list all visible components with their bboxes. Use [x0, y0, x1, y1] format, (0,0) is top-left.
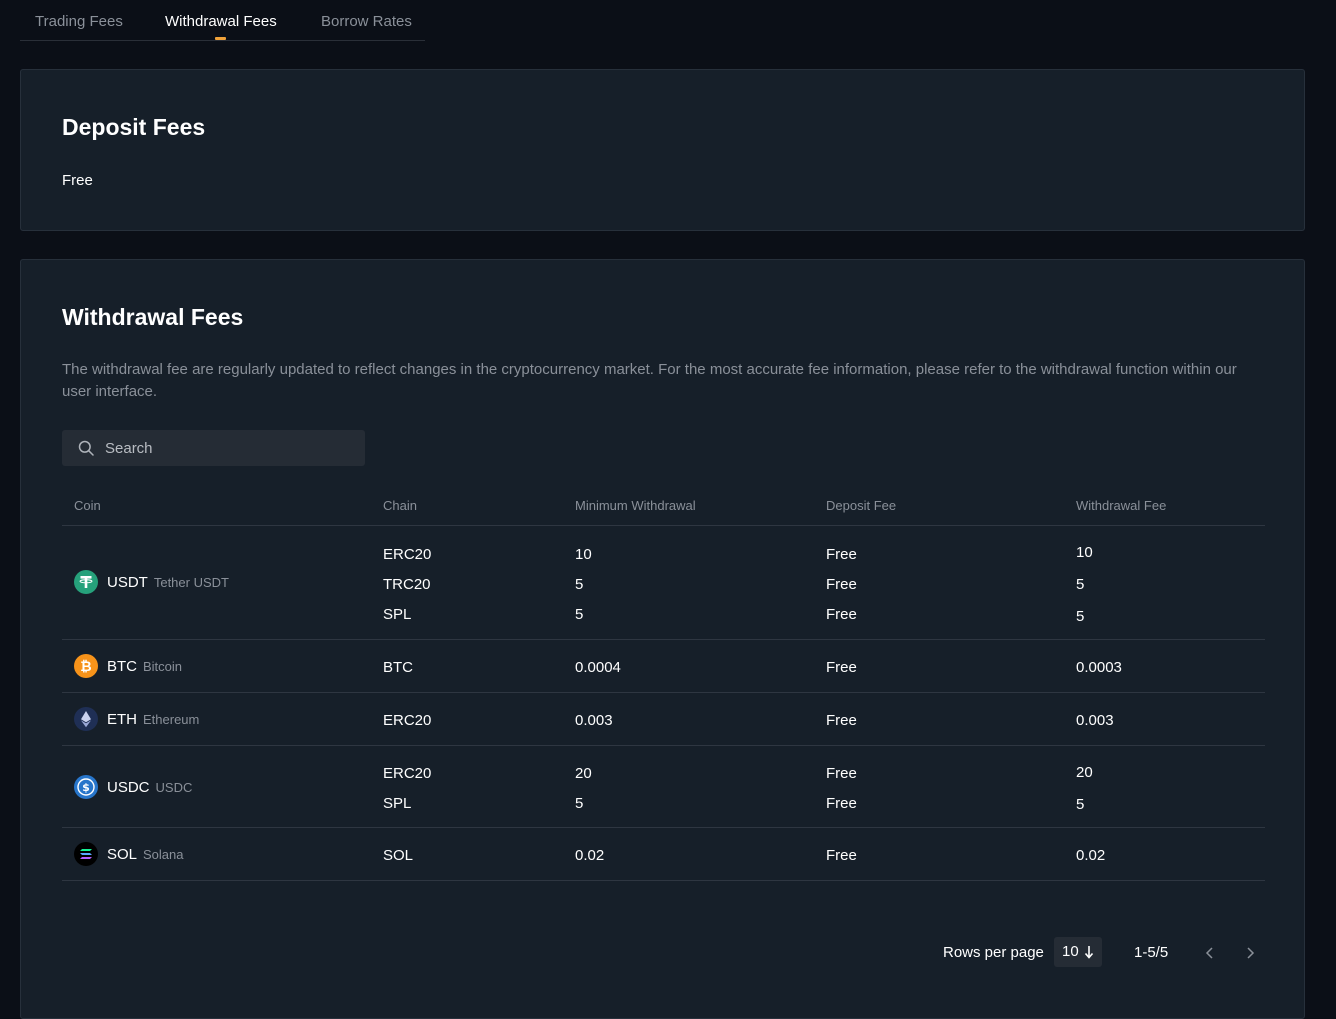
deposit-fee-value: Free: [826, 847, 857, 864]
bitcoin-icon: ₿: [74, 654, 98, 678]
min-withdrawal-value: 0.0004: [575, 659, 621, 676]
table-row: USDT Tether USDT ERC20 10 Free 10 TRC20 …: [62, 526, 1265, 640]
coin-symbol: ETH: [107, 710, 137, 728]
deposit-fee-value: Free: [826, 546, 857, 563]
coin-cell: USDT Tether USDT: [74, 570, 229, 594]
column-header-withdrawal-fee: Withdrawal Fee: [1076, 498, 1167, 513]
tab-trading-fees[interactable]: Trading Fees: [35, 13, 123, 30]
search-box: [62, 430, 365, 466]
withdrawal-fee-value: 0.02: [1076, 847, 1106, 864]
withdrawal-fee-value: 5: [1076, 608, 1085, 625]
tab-withdrawal-fees[interactable]: Withdrawal Fees: [165, 13, 277, 30]
coin-name: Ethereum: [143, 711, 200, 727]
column-header-chain: Chain: [383, 498, 417, 513]
deposit-fee-value: Free: [826, 606, 857, 623]
deposit-fee-value: Free: [826, 795, 857, 812]
min-withdrawal-value: 20: [575, 765, 592, 782]
chain-value: TRC20: [383, 576, 431, 593]
rows-per-page-select[interactable]: 10: [1054, 937, 1102, 967]
withdrawal-fee-value: 0.003: [1076, 712, 1114, 729]
withdrawal-fees-table: Coin Chain Minimum Withdrawal Deposit Fe…: [62, 486, 1265, 881]
withdrawal-fee-value: 5: [1076, 796, 1085, 813]
arrow-down-icon: [1084, 946, 1094, 959]
withdrawal-fee-value: 5: [1076, 576, 1085, 593]
min-withdrawal-value: 10: [575, 546, 592, 563]
withdrawal-fee-value: 0.0003: [1076, 659, 1122, 676]
coin-cell: SOL Solana: [74, 842, 184, 866]
table-row: SOL Solana SOL 0.02 Free 0.02: [62, 828, 1265, 881]
search-input[interactable]: [105, 430, 355, 466]
column-header-deposit-fee: Deposit Fee: [826, 498, 897, 513]
coin-symbol: SOL: [107, 845, 138, 863]
deposit-fee-value: Free: [826, 765, 857, 782]
coin-name: Solana: [143, 846, 184, 862]
deposit-fee-value: Free: [826, 576, 857, 593]
active-tab-indicator: [215, 37, 226, 40]
withdrawal-fee-value: 20: [1076, 764, 1093, 781]
min-withdrawal-value: 5: [575, 606, 584, 623]
coin-symbol: USDC: [107, 778, 150, 796]
min-withdrawal-value: 0.003: [575, 712, 613, 729]
chain-value: BTC: [383, 659, 413, 676]
coin-symbol: USDT: [107, 573, 148, 591]
svg-text:₿: ₿: [80, 659, 91, 675]
search-icon: [78, 440, 94, 456]
coin-name: Tether USDT: [153, 574, 229, 590]
ethereum-icon: [74, 707, 98, 731]
withdrawal-fees-card: Withdrawal Fees The withdrawal fee are r…: [20, 259, 1305, 1019]
deposit-fees-value: Free: [62, 172, 93, 189]
table-row: ₿ BTC Bitcoin BTC 0.0004 Free 0.0003: [62, 640, 1265, 693]
page-range: 1-5/5: [1134, 944, 1169, 961]
column-header-minimum-withdrawal: Minimum Withdrawal: [575, 498, 696, 513]
deposit-fees-card: Deposit Fees Free: [20, 69, 1305, 231]
tether-icon: [74, 570, 98, 594]
chain-value: ERC20: [383, 712, 432, 729]
coin-symbol: BTC: [107, 657, 137, 675]
min-withdrawal-value: 5: [575, 795, 584, 812]
table-row: $ USDC USDC ERC20 20 Free 20 SPL 5 Free …: [62, 746, 1265, 828]
usdc-icon: $: [74, 775, 98, 799]
chain-value: SOL: [383, 847, 414, 864]
coin-name: Bitcoin: [143, 658, 183, 674]
coin-cell: $ USDC USDC: [74, 775, 192, 799]
chain-value: ERC20: [383, 546, 432, 563]
column-header-coin: Coin: [74, 498, 101, 513]
coin-name: USDC: [155, 779, 193, 795]
chain-value: SPL: [383, 606, 412, 623]
coin-cell: ₿ BTC Bitcoin: [74, 654, 182, 678]
coin-cell: ETH Ethereum: [74, 707, 199, 731]
chevron-left-icon[interactable]: [1204, 946, 1216, 960]
rows-per-page-label: Rows per page: [943, 944, 1044, 961]
chevron-right-icon[interactable]: [1244, 946, 1256, 960]
rows-per-page-value: 10: [1062, 943, 1079, 960]
withdrawal-fees-description: The withdrawal fee are regularly updated…: [62, 361, 1237, 400]
table-row: ETH Ethereum ERC20 0.003 Free 0.003: [62, 693, 1265, 746]
withdrawal-fee-value: 10: [1076, 544, 1093, 561]
min-withdrawal-value: 5: [575, 576, 584, 593]
deposit-fee-value: Free: [826, 659, 857, 676]
solana-icon: [74, 842, 98, 866]
table-header: Coin Chain Minimum Withdrawal Deposit Fe…: [62, 486, 1265, 526]
fee-tabs: Trading Fees Withdrawal Fees Borrow Rate…: [20, 0, 425, 41]
withdrawal-fees-title: Withdrawal Fees: [62, 304, 244, 330]
deposit-fees-title: Deposit Fees: [62, 114, 206, 140]
svg-text:$: $: [82, 781, 90, 794]
deposit-fee-value: Free: [826, 712, 857, 729]
tab-borrow-rates[interactable]: Borrow Rates: [321, 13, 412, 30]
chain-value: SPL: [383, 795, 412, 812]
chain-value: ERC20: [383, 765, 432, 782]
min-withdrawal-value: 0.02: [575, 847, 605, 864]
